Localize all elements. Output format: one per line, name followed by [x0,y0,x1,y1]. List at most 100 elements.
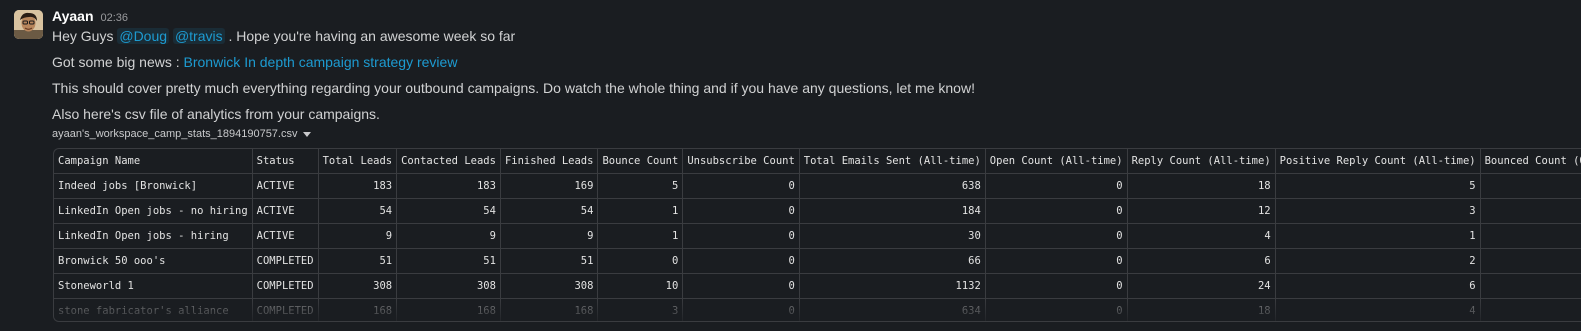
table-cell: 30 [799,223,986,249]
csv-preview-table[interactable]: Campaign Name Status Total Leads Contacted … [53,148,1581,322]
table-cell: 4 [1127,223,1276,249]
table-cell: 0 [682,248,800,274]
table-cell: COMPLETED [252,273,319,299]
message-timestamp[interactable]: 02:36 [101,12,129,24]
table-cell: 9 [396,223,501,249]
column-header[interactable]: Total Leads [318,149,398,174]
mention-doug[interactable]: @Doug [117,28,170,44]
table-cell: 183 [318,173,398,199]
table-cell: 183 [396,173,501,199]
table-cell: 4 [1275,298,1481,321]
csv-file-name[interactable]: ayaan's_workspace_camp_stats_1894190757.… [52,128,297,140]
table-cell: 638 [799,173,986,199]
table-cell: 3 [1275,198,1481,224]
campaign-review-link[interactable]: Bronwick In depth campaign strategy revi… [184,54,458,70]
table-cell: 168 [396,298,501,321]
table-cell: ACTIVE [252,198,319,224]
table-cell: 168 [318,298,398,321]
table-cell: 0 [985,298,1128,321]
column-header[interactable]: Status [252,149,319,174]
column-header[interactable]: Contacted Leads [396,149,501,174]
message-line-details: This should cover pretty much everything… [52,80,975,96]
table-cell: 51 [318,248,398,274]
table-row: Stoneworld 1 COMPLETED 308 308 308 10 0 1132 0 24… [54,273,1581,299]
greeting-suffix: . Hope you're having an awesome week so … [224,28,516,44]
table-cell: Indeed jobs [Bronwick] [54,173,253,199]
greeting-text: Hey Guys [52,28,118,44]
table-cell: 0 [682,198,800,224]
table-row: Bronwick 50 ooo'sCOMPLETED51515100660620 [54,248,1581,274]
csv-file-header[interactable]: ayaan's_workspace_camp_stats_1894190757.… [52,128,312,140]
table-cell: 1 [597,198,684,224]
table-cell: 184 [799,198,986,224]
table-cell: 6 [1275,273,1481,299]
table-cell: 0 [985,198,1128,224]
table-cell: 0 [682,298,800,321]
table-cell: Stoneworld 1 [54,273,253,299]
news-text: Got some big news : [52,54,184,70]
column-header[interactable]: Reply Count (All-time) [1127,149,1276,174]
column-header[interactable]: Positive Reply Count (All-time) [1275,149,1481,174]
table-cell: ACTIVE [252,173,319,199]
table-cell: 24 [1127,273,1276,299]
table-cell: LinkedIn Open jobs - hiring [54,223,253,249]
column-header[interactable]: Campaign Name [54,149,253,174]
table-cell: ACTIVE [252,223,319,249]
column-header[interactable]: Unsubscribe Count [682,149,800,174]
table-cell: 0 [1480,273,1581,299]
chevron-down-icon[interactable] [303,132,312,137]
column-header[interactable]: Finished Leads [500,149,599,174]
table-cell: COMPLETED [252,298,319,321]
table-cell: 18 [1127,173,1276,199]
table-cell: 6 [1127,248,1276,274]
message-line-news: Got some big news : Bronwick In depth ca… [52,53,457,71]
table-cell: 1 [1275,223,1481,249]
table-row: stone fabricator's alliance COMPLETED 168 1… [54,298,1581,321]
table-cell: 0 [1480,248,1581,274]
message-header: Ayaan 02:36 [52,8,1581,26]
table-cell: 54 [318,198,398,224]
table-cell: 0 [682,223,800,249]
table-cell: 9 [318,223,398,249]
table-row: LinkedIn Open jobs - hiring ACTIVE 9 9 9 1 0 30… [54,223,1581,249]
table-cell: 0 [1480,173,1581,199]
table-cell: 0 [597,248,684,274]
table-cell: 168 [500,298,599,321]
table-cell: 634 [799,298,986,321]
table-cell: 308 [500,273,599,299]
table-cell: 66 [799,248,986,274]
table-cell: 308 [396,273,501,299]
table-cell: 0 [985,248,1128,274]
table-cell: 0 [1480,223,1581,249]
table-cell: COMPLETED [252,248,319,274]
table-cell: 0 [985,273,1128,299]
table-cell: 0 [1480,198,1581,224]
column-header[interactable]: Total Emails Sent (All-time) [799,149,986,174]
table-cell: 3 [597,298,684,321]
table-cell: 169 [500,173,599,199]
table-cell: 5 [1275,173,1481,199]
table-cell: 308 [318,273,398,299]
mention-travis[interactable]: @travis [172,28,225,44]
table-cell: 12 [1127,198,1276,224]
author-name[interactable]: Ayaan [52,8,94,24]
table-cell: 0 [682,273,800,299]
table-cell: 1 [597,223,684,249]
table-header-row: Campaign Name Status Total Leads Contacted … [54,149,1581,174]
avatar[interactable] [14,10,43,39]
table-cell: LinkedIn Open jobs - no hiring [54,198,253,224]
table-row: LinkedIn Open jobs - no hiring ACTIVE 54 54… [54,198,1581,224]
table-cell: 18 [1127,298,1276,321]
table-cell: 5 [597,173,684,199]
table-cell: Bronwick 50 ooo's [54,248,253,274]
table-cell: 51 [500,248,599,274]
column-header[interactable]: Bounced Count (01 Feb - 2 [1480,149,1581,174]
table-cell: 51 [396,248,501,274]
table-row: Indeed jobs [Bronwick] ACTIVE 183 183 169 5 0 6… [54,173,1581,199]
table-cell: 0 [985,223,1128,249]
column-header[interactable]: Open Count (All-time) [985,149,1128,174]
column-header[interactable]: Bounce Count [597,149,684,174]
table-cell: stone fabricator's alliance [54,298,253,321]
table-cell: 9 [500,223,599,249]
csv-table: Campaign Name Status Total Leads Contacted … [54,149,1581,321]
